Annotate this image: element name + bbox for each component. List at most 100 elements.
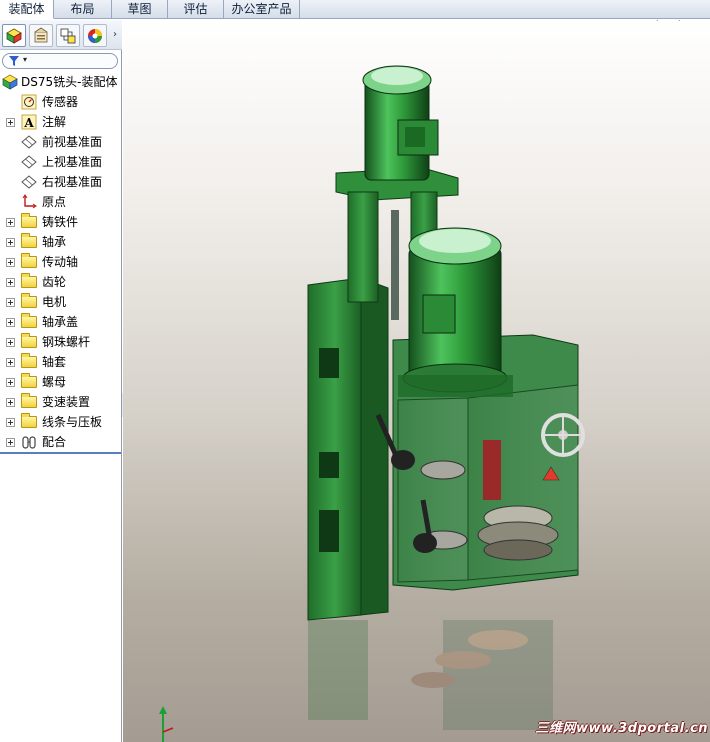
zoom-area-icon[interactable] (665, 20, 682, 22)
folder-icon (21, 373, 37, 388)
tree-root-assembly[interactable]: DS75铣头-装配体 (0, 72, 122, 92)
coordinate-triad-icon (159, 706, 174, 742)
property-manager-icon (34, 27, 48, 42)
expand-toggle[interactable] (6, 438, 15, 447)
folder-icon (21, 233, 37, 248)
folder-icon (21, 413, 37, 428)
tree-item-label: 螺母 (42, 375, 67, 389)
tab-evaluate[interactable]: 评估 (168, 0, 224, 19)
folder-icon (21, 213, 37, 228)
plane-icon (21, 155, 37, 169)
tab-office-products[interactable]: 办公室产品 (224, 0, 300, 19)
feature-tree-filter[interactable]: ▾ (2, 53, 118, 69)
configuration-manager-tab[interactable] (56, 24, 80, 47)
folder-icon (21, 353, 37, 368)
display-manager-icon (88, 28, 102, 43)
heads-up-view-toolbar (643, 20, 704, 21)
expand-toggle[interactable] (6, 238, 15, 247)
expand-toggle[interactable] (6, 118, 15, 127)
tree-item-annotations[interactable]: A 注解 (0, 112, 122, 132)
tree-folder-nuts[interactable]: 螺母 (0, 372, 122, 392)
expand-toggle[interactable] (6, 298, 15, 307)
tree-item-label: 电机 (42, 295, 67, 309)
milling-head-3d-model[interactable] (123, 20, 710, 742)
folder-icon (21, 253, 37, 268)
folder-icon (21, 393, 37, 408)
tree-folder-gears[interactable]: 齿轮 (0, 272, 122, 292)
tree-item-label: 配合 (42, 435, 67, 449)
tree-folder-sleeves[interactable]: 轴套 (0, 352, 122, 372)
mates-icon (22, 436, 36, 449)
tree-item-front-plane[interactable]: 前视基准面 (0, 132, 122, 152)
tree-item-label: 齿轮 (42, 275, 67, 289)
filter-icon (9, 56, 19, 66)
tree-folder-motors[interactable]: 电机 (0, 292, 122, 312)
tab-assembly[interactable]: 装配体 (0, 0, 54, 19)
tree-folder-castings[interactable]: 铸铁件 (0, 212, 122, 232)
tree-item-label: 右视基准面 (42, 175, 103, 189)
tree-item-label: 轴套 (42, 355, 67, 369)
expand-toggle[interactable] (6, 398, 15, 407)
tree-item-label: 上视基准面 (42, 155, 103, 169)
display-manager-tab[interactable] (83, 24, 107, 47)
tab-layout[interactable]: 布局 (54, 0, 112, 19)
command-manager-tabs: 装配体 布局 草图 评估 办公室产品 (0, 0, 710, 19)
tree-folder-lines-plates[interactable]: 线条与压板 (0, 412, 122, 432)
assembly-icon (2, 74, 18, 90)
tree-item-right-plane[interactable]: 右视基准面 (0, 172, 122, 192)
previous-view-icon[interactable] (687, 20, 704, 22)
expand-toggle[interactable] (6, 358, 15, 367)
tab-sketch[interactable]: 草图 (112, 0, 168, 19)
expand-toggle[interactable] (6, 418, 15, 427)
expand-toggle[interactable] (6, 318, 15, 327)
expand-toggle[interactable] (6, 258, 15, 267)
feature-manager-tab[interactable] (2, 24, 26, 47)
feature-manager-icon (6, 28, 22, 44)
tree-item-top-plane[interactable]: 上视基准面 (0, 152, 122, 172)
tree-root-label: DS75铣头-装配体 (21, 75, 118, 89)
expand-toggle[interactable] (6, 338, 15, 347)
panel-tabs-more-chevron[interactable]: › (113, 29, 117, 40)
tree-item-mates[interactable]: 配合 (0, 432, 122, 452)
tree-folder-bearings[interactable]: 轴承 (0, 232, 122, 252)
expand-toggle[interactable] (6, 278, 15, 287)
origin-icon (22, 194, 37, 209)
tree-item-label: 传感器 (42, 95, 79, 109)
tree-item-label: 前视基准面 (42, 135, 103, 149)
feature-manager-panel: › ▾ DS75铣头-装配体 传感器 A 注解 前视基准面 上视基准面 右视基准… (0, 20, 122, 742)
tree-item-label: 线条与压板 (42, 415, 103, 429)
graphics-area[interactable]: 三维网www.3dportal.cn (123, 20, 710, 742)
tree-folder-speed-change[interactable]: 变速装置 (0, 392, 122, 412)
watermark-text: 三维网www.3dportal.cn (535, 721, 708, 736)
plane-icon (21, 135, 37, 149)
folder-icon (21, 313, 37, 328)
tree-item-label: 传动轴 (42, 255, 79, 269)
sensor-icon (21, 94, 37, 110)
tree-folder-ball-screws[interactable]: 钢珠螺杆 (0, 332, 122, 352)
tree-item-label: 变速装置 (42, 395, 91, 409)
panel-divider (0, 452, 121, 454)
filter-dropdown-caret[interactable]: ▾ (23, 55, 27, 64)
configuration-manager-icon (60, 28, 76, 43)
tree-item-label: 原点 (42, 195, 67, 209)
tree-item-label: 轴承盖 (42, 315, 79, 329)
folder-icon (21, 293, 37, 308)
tree-item-label: 钢珠螺杆 (42, 335, 91, 349)
panel-tab-strip: › (0, 20, 122, 50)
folder-icon (21, 273, 37, 288)
tree-item-label: 铸铁件 (42, 215, 79, 229)
expand-toggle[interactable] (6, 218, 15, 227)
annotation-icon: A (21, 114, 37, 130)
tree-item-label: 轴承 (42, 235, 67, 249)
tree-item-sensors[interactable]: 传感器 (0, 92, 122, 112)
svg-text:A: A (23, 116, 34, 130)
tree-item-label: 注解 (42, 115, 67, 129)
tree-folder-shafts[interactable]: 传动轴 (0, 252, 122, 272)
tree-item-origin[interactable]: 原点 (0, 192, 122, 212)
tree-folder-bearing-covers[interactable]: 轴承盖 (0, 312, 122, 332)
plane-icon (21, 175, 37, 189)
zoom-to-fit-icon[interactable] (643, 20, 660, 22)
folder-icon (21, 333, 37, 348)
property-manager-tab[interactable] (29, 24, 53, 47)
expand-toggle[interactable] (6, 378, 15, 387)
